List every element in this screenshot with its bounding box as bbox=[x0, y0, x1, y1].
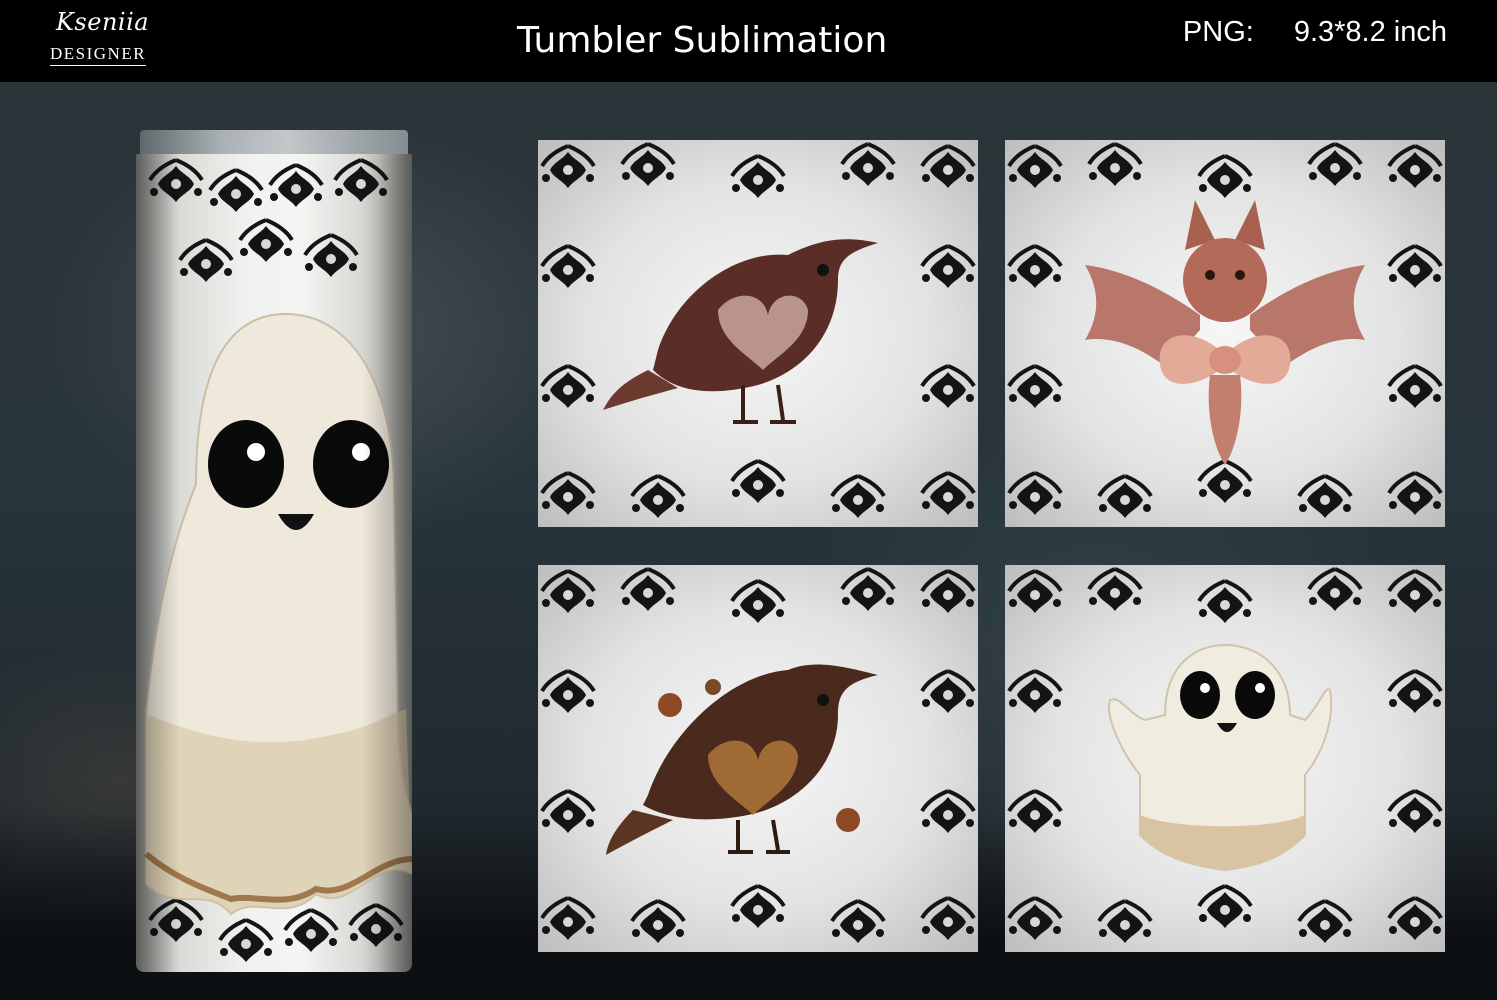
design-tile-raven-heart bbox=[538, 140, 978, 527]
page-title: Tumbler Sublimation bbox=[517, 20, 888, 61]
raven-flowers-illustration bbox=[540, 567, 976, 945]
spec-size-value: 9.3*8.2 inch bbox=[1293, 16, 1447, 48]
tumbler-shading bbox=[136, 154, 412, 972]
logo-script-text: Kseniia bbox=[56, 8, 150, 36]
design-tile-raven-flowers bbox=[538, 565, 978, 952]
tumbler-body bbox=[136, 154, 412, 972]
tumbler-mockup bbox=[136, 130, 412, 975]
raven-heart-illustration bbox=[540, 142, 976, 520]
logo-subtitle: DESIGNER bbox=[50, 44, 147, 66]
design-tile-ghost bbox=[1005, 565, 1445, 952]
bat-bow-illustration bbox=[1007, 142, 1443, 520]
design-tile-bat-bow bbox=[1005, 140, 1445, 527]
ghost-illustration bbox=[1007, 567, 1443, 945]
header-bar: Kseniia DESIGNER Tumbler Sublimation PNG… bbox=[0, 0, 1497, 82]
spec-format-label: PNG: bbox=[1182, 16, 1254, 48]
brand-logo: Kseniia DESIGNER bbox=[48, 6, 158, 72]
file-spec: PNG: 9.3*8.2 inch bbox=[1183, 16, 1447, 49]
